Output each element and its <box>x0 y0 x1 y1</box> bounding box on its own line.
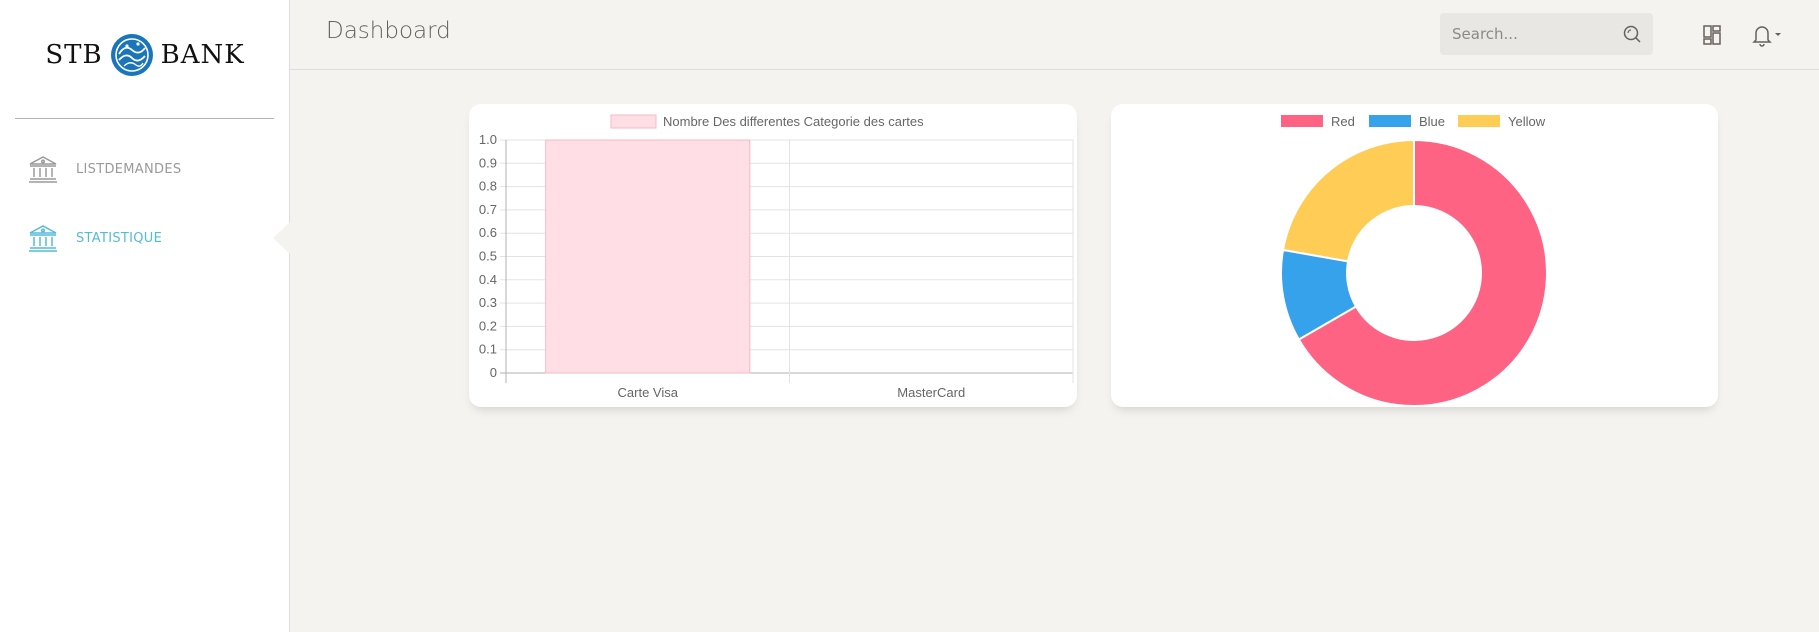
legend-swatch <box>610 114 657 129</box>
doughnut-slice <box>1281 138 1415 263</box>
search-icon[interactable] <box>1622 24 1642 44</box>
doughnut-chart: Red Blue Yellow <box>1280 114 1548 407</box>
y-tick-label: 1.0 <box>479 132 497 147</box>
y-tick-label: 0 <box>490 365 497 380</box>
page-title: Dashboard <box>326 18 451 44</box>
y-tick-label: 0.1 <box>479 342 497 357</box>
y-tick-label: 0.5 <box>479 249 497 264</box>
sidebar-item-label: STATISTIQUE <box>76 230 163 246</box>
y-tick-label: 0.4 <box>479 272 497 287</box>
stb-emblem-icon <box>110 34 153 76</box>
legend-swatch <box>1281 115 1323 127</box>
legend-label: Nombre Des differentes Categorie des car… <box>663 114 924 129</box>
sidebar-divider <box>15 118 274 119</box>
caret-down-icon <box>1775 33 1781 36</box>
bank-icon <box>29 225 57 252</box>
y-tick-label: 0.8 <box>479 179 497 194</box>
dashboard-grid-icon[interactable] <box>1699 22 1725 48</box>
search-box[interactable] <box>1440 13 1653 55</box>
sidebar-item-statistique[interactable]: STATISTIQUE <box>28 223 162 253</box>
bank-icon <box>29 156 57 183</box>
search-input[interactable] <box>1440 13 1620 55</box>
sidebar-item-listdemandes[interactable]: LISTDEMANDES <box>28 154 181 184</box>
bar-chart: Nombre Des differentes Categorie des car… <box>479 114 1074 400</box>
brand-name-right: BANK <box>160 40 245 70</box>
y-tick-label: 0.6 <box>479 225 497 240</box>
sidebar: STB BANK LISTDEMANDES STATISTIQUE <box>0 0 290 632</box>
legend-label: Yellow <box>1508 114 1546 129</box>
sidebar-item-label: LISTDEMANDES <box>76 161 182 177</box>
x-tick-label: Carte Visa <box>618 385 679 400</box>
bar-chart-card: Nombre Des differentes Categorie des car… <box>469 104 1077 407</box>
brand-logo[interactable]: STB BANK <box>0 30 290 80</box>
legend-swatch <box>1458 115 1500 127</box>
y-tick-label: 0.3 <box>479 295 497 310</box>
bar <box>545 139 751 374</box>
doughnut-chart-card: Red Blue Yellow <box>1111 104 1718 407</box>
x-tick-label: MasterCard <box>897 385 965 400</box>
y-tick-label: 0.9 <box>479 155 497 170</box>
legend-label: Blue <box>1419 114 1445 129</box>
bell-icon[interactable] <box>1748 22 1788 48</box>
y-tick-label: 0.7 <box>479 202 497 217</box>
legend-label: Red <box>1331 114 1355 129</box>
top-navbar: Dashboard <box>290 0 1819 70</box>
active-item-indicator <box>273 222 290 254</box>
legend-swatch <box>1369 115 1411 127</box>
y-tick-label: 0.2 <box>479 318 497 333</box>
brand-name-left: STB <box>45 40 103 70</box>
